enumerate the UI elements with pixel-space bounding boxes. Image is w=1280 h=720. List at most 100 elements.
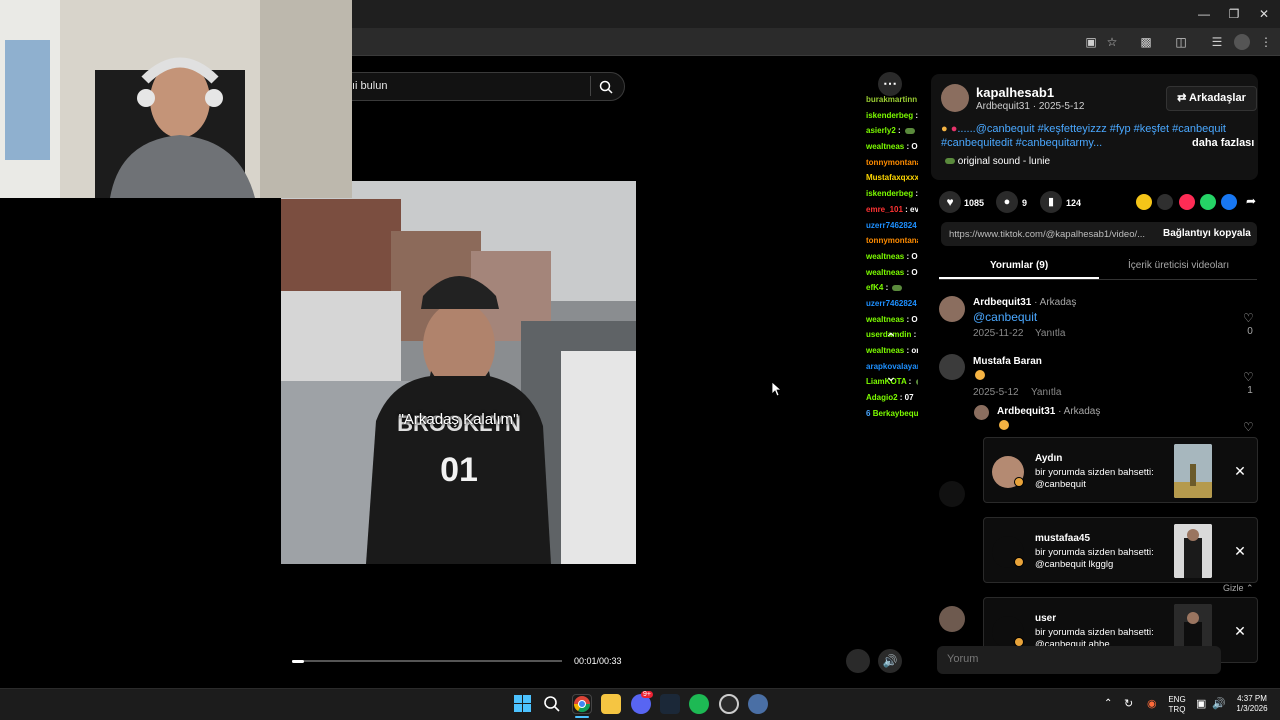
emoji-icon <box>975 370 985 380</box>
author-subtitle: Ardbequit31 · 2025-5-12 <box>976 101 1085 112</box>
repost-icon[interactable] <box>1136 194 1152 210</box>
comment-avatar[interactable] <box>939 481 965 507</box>
speaker-icon[interactable]: 🔊 <box>1212 697 1226 710</box>
sound-link[interactable]: original sound - lunie <box>943 156 1050 167</box>
video-player[interactable]: 01 BROOKLYN <box>281 181 636 564</box>
chat-username[interactable]: iskenderbeg <box>866 111 913 120</box>
chat-username[interactable]: wealtneas <box>866 315 904 324</box>
chat-username[interactable]: Mustafaxqxxx <box>866 173 919 182</box>
comment-text[interactable]: @canbequit <box>973 310 1037 324</box>
like-icon[interactable]: ♥ <box>939 191 961 213</box>
author-avatar[interactable] <box>941 84 969 112</box>
minimize-icon[interactable]: — <box>1196 6 1212 22</box>
video-time: 00:01/00:33 <box>574 656 622 666</box>
media-control-icon[interactable]: ☰ <box>1209 34 1225 50</box>
chat-username[interactable]: uzerr7462824 <box>866 299 917 308</box>
comment-author[interactable]: Mustafa Baran <box>973 356 1042 367</box>
windows-start-icon[interactable] <box>514 695 531 712</box>
comment-like-icon[interactable]: ♡ <box>1243 420 1254 434</box>
extensions-icon[interactable]: ▩ <box>1138 34 1154 50</box>
reply-author[interactable]: Ardbequit31 · Arkadaş <box>997 406 1100 417</box>
notification-badge-icon <box>1014 477 1024 487</box>
install-app-icon[interactable]: ▣ <box>1083 34 1099 50</box>
chat-username[interactable]: Adagio2 <box>866 393 898 402</box>
comment-like-count: 0 <box>1247 326 1253 337</box>
description-text[interactable]: ......@canbequit #keşfetteyizzz #fyp #ke… <box>957 123 1226 135</box>
language-indicator[interactable]: ENG TRQ <box>1166 695 1188 715</box>
chat-username[interactable]: asierly2 <box>866 126 896 135</box>
facebook-icon[interactable] <box>1221 194 1237 210</box>
microphone-icon[interactable]: ◉ <box>1147 697 1157 710</box>
chrome-icon[interactable] <box>572 694 592 714</box>
reply-button[interactable]: Yanıtla <box>1031 387 1061 398</box>
video-description-line2[interactable]: #canbequitedit #canbequitarmy... <box>941 137 1102 149</box>
menu-dots-icon[interactable]: ⋮ <box>1258 34 1274 50</box>
hide-replies-button[interactable]: Gizle ⌃ <box>1223 583 1254 594</box>
reply-button[interactable]: Yanıtla <box>1035 328 1065 339</box>
chat-username[interactable]: Berkaybequit <box>873 409 924 418</box>
chat-username[interactable]: iskenderbeg <box>866 189 913 198</box>
search-input[interactable]: ıi bulun <box>352 80 387 92</box>
more-link[interactable]: daha fazlası <box>1192 137 1254 149</box>
chat-username[interactable]: wealtneas <box>866 268 904 277</box>
bookmark-star-icon[interactable]: ☆ <box>1104 34 1120 50</box>
chat-username[interactable]: uzerr7462824 <box>866 221 917 230</box>
author-username[interactable]: kapalhesab1 <box>976 85 1054 100</box>
tab-comments[interactable]: Yorumlar (9) <box>990 260 1048 271</box>
mini-player-icon[interactable] <box>846 649 870 673</box>
emoji-icon: ● <box>941 123 948 135</box>
chat-username[interactable]: wealtneas <box>866 252 904 261</box>
close-icon[interactable]: ✕ <box>1233 624 1247 638</box>
reply-avatar[interactable] <box>974 405 989 420</box>
share-arrow-icon[interactable]: ➦ <box>1243 194 1259 210</box>
friends-button[interactable]: ⇄ Arkadaşlar <box>1166 86 1257 111</box>
whatsapp-icon[interactable] <box>1200 194 1216 210</box>
tray-overflow-icon[interactable]: ⌃ <box>1104 698 1112 709</box>
video-progress-bar[interactable] <box>292 660 562 662</box>
chat-username[interactable]: efK4 <box>866 283 883 292</box>
comment-avatar[interactable] <box>939 606 965 632</box>
file-explorer-icon[interactable] <box>601 694 621 714</box>
close-window-icon[interactable]: ✕ <box>1256 6 1272 22</box>
clock[interactable]: 4:37 PM 1/3/2026 <box>1228 694 1276 714</box>
video-caption: "Arkadaş Kalalım" <box>398 411 519 428</box>
notification-thumbnail[interactable] <box>1174 524 1212 578</box>
share-link-text[interactable]: https://www.tiktok.com/@kapalhesab1/vide… <box>949 229 1152 240</box>
language-secondary: TRQ <box>1168 705 1186 714</box>
search-icon[interactable] <box>543 695 561 713</box>
comment-like-icon[interactable]: ♡ <box>1243 311 1254 325</box>
next-video-icon[interactable]: ⌄ <box>881 368 901 388</box>
comment-icon[interactable]: ● <box>996 191 1018 213</box>
more-options-icon[interactable]: ⋯ <box>878 72 902 96</box>
notification-thumbnail[interactable] <box>1174 444 1212 498</box>
copy-link-button[interactable]: Bağlantıyı kopyala <box>1163 228 1251 239</box>
profile-avatar[interactable] <box>1234 34 1250 50</box>
chat-username[interactable]: emre_101 <box>866 205 903 214</box>
chat-username[interactable]: burakmartinn <box>866 95 917 104</box>
app-icon[interactable] <box>719 694 739 714</box>
settings-icon[interactable] <box>748 694 768 714</box>
restore-icon[interactable]: ❐ <box>1226 6 1242 22</box>
close-icon[interactable]: ✕ <box>1233 464 1247 478</box>
comment-input[interactable] <box>937 646 1221 674</box>
tab-divider <box>939 279 1257 280</box>
spotify-icon[interactable] <box>689 694 709 714</box>
comment-author[interactable]: Ardbequit31 · Arkadaş <box>973 297 1076 308</box>
tab-creator-videos[interactable]: İçerik üreticisi videoları <box>1128 260 1229 271</box>
steam-icon[interactable] <box>660 694 680 714</box>
previous-video-icon[interactable]: ⌃ <box>881 330 901 350</box>
network-icon[interactable]: ▣ <box>1196 697 1206 710</box>
save-icon[interactable]: ▮ <box>1040 191 1062 213</box>
active-app-indicator <box>575 716 589 718</box>
comment-avatar[interactable] <box>939 354 965 380</box>
comment-like-icon[interactable]: ♡ <box>1243 370 1254 384</box>
embed-icon[interactable] <box>1157 194 1173 210</box>
chat-username[interactable]: wealtneas <box>866 142 904 151</box>
close-icon[interactable]: ✕ <box>1233 544 1247 558</box>
search-icon[interactable] <box>599 80 613 94</box>
send-icon[interactable] <box>1179 194 1195 210</box>
sidepanel-icon[interactable]: ◫ <box>1173 34 1189 50</box>
comment-avatar[interactable] <box>939 296 965 322</box>
volume-icon[interactable]: 🔊 <box>878 649 902 673</box>
sync-icon[interactable]: ↻ <box>1124 697 1133 710</box>
